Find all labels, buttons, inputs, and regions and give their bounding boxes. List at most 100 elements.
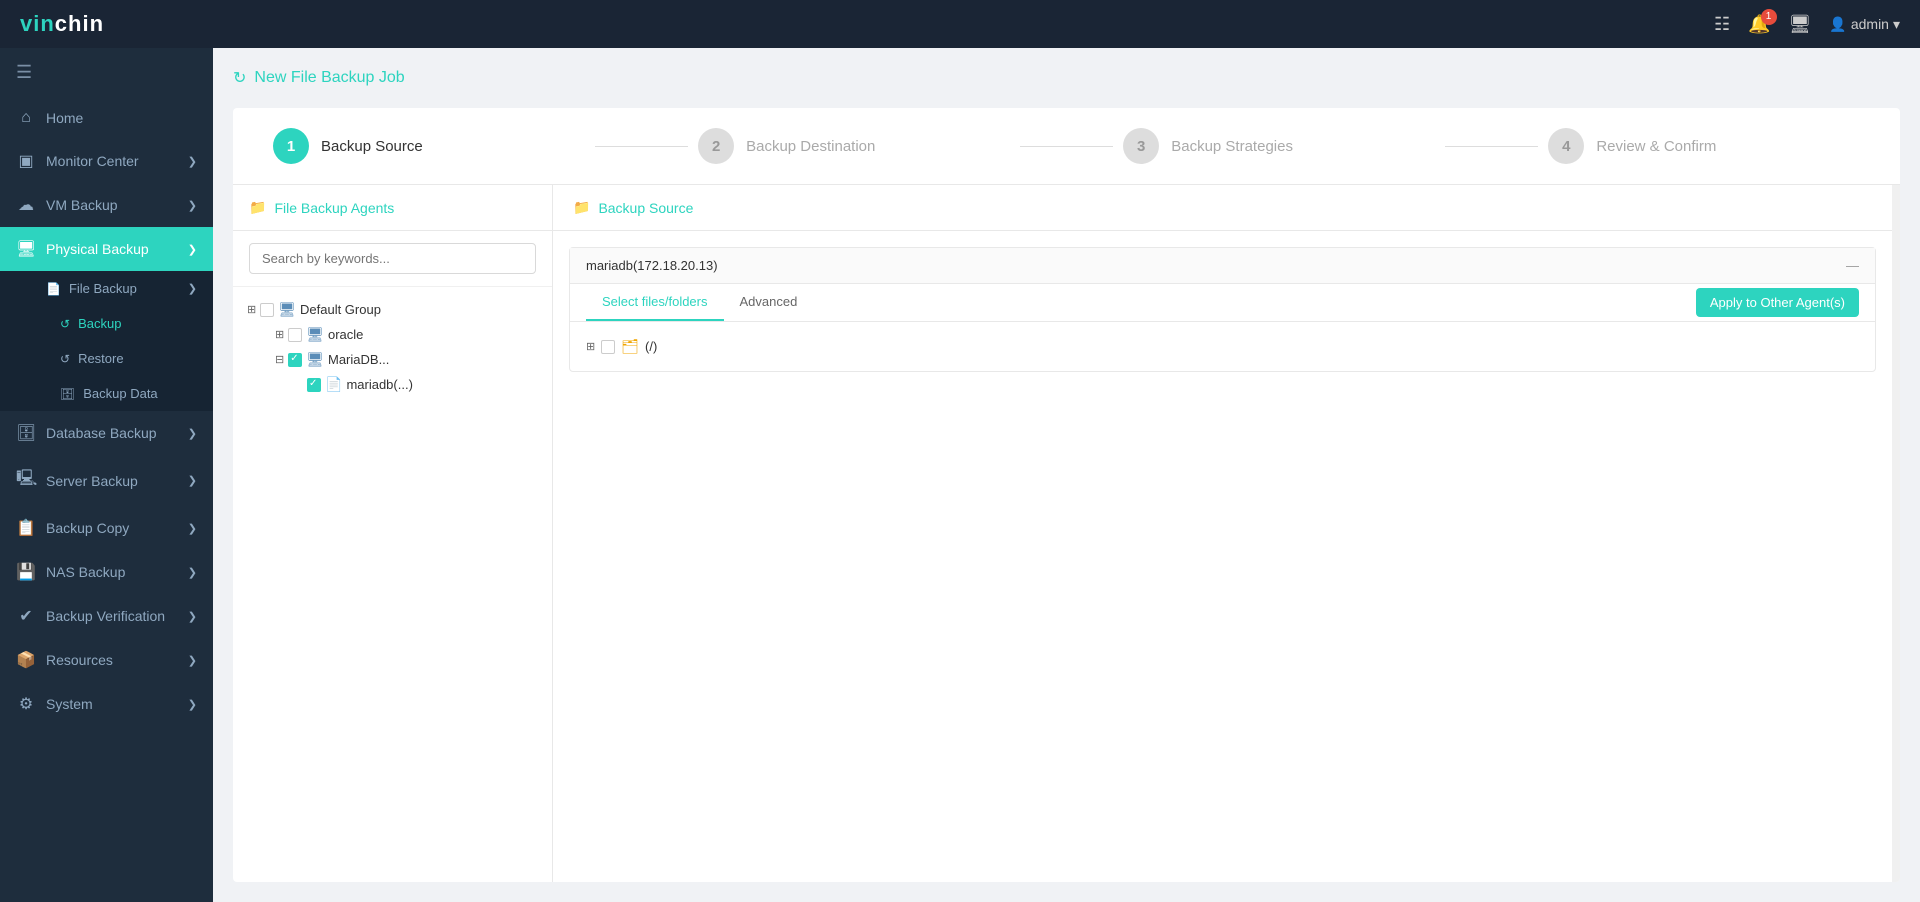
main-layout: ☰ ⌂ Home ▣ Monitor Center ❯ ☁ VM Backup … (0, 48, 1920, 902)
tab-advanced[interactable]: Advanced (724, 284, 814, 321)
submenu-item-backup-data[interactable]: 🗄 Backup Data (0, 376, 213, 411)
submenu-label-file-backup: File Backup (69, 281, 137, 296)
wizard-step-1: 1 Backup Source (273, 128, 585, 164)
sidebar-toggle[interactable]: ☰ (0, 48, 213, 97)
file-tree-area: ⊞ 🗂 (/) (570, 322, 1875, 371)
wizard-step-4: 4 Review & Confirm (1548, 128, 1860, 164)
node-label-oracle: oracle (328, 327, 363, 342)
chevron-icon: ❯ (188, 474, 197, 487)
chevron-icon: ❯ (188, 199, 197, 212)
expand-icon-mariadb[interactable]: ⊟ (275, 353, 284, 366)
chevron-icon: ❯ (188, 610, 197, 623)
step-circle-1: 1 (273, 128, 309, 164)
left-panel: 📁 File Backup Agents ⊞ 🖥 Default Group (233, 185, 553, 882)
step-label-3: Backup Strategies (1171, 138, 1293, 155)
refresh-icon[interactable]: ↻ (233, 68, 246, 88)
expand-root-icon[interactable]: ⊞ (586, 340, 595, 353)
sidebar-label-home: Home (46, 110, 83, 126)
search-box (233, 231, 552, 287)
group-icon: 🖥 (278, 301, 296, 318)
checkbox-oracle[interactable] (288, 328, 302, 342)
tree-node-mariadb-server: ⊟ 🖥 MariaDB... (273, 347, 540, 372)
logo: vinchin (20, 11, 104, 37)
submenu-label-backup: Backup (78, 316, 121, 331)
sidebar-item-backup-verification[interactable]: ✔ Backup Verification ❯ (0, 594, 213, 638)
step-circle-2: 2 (698, 128, 734, 164)
file-tree-node-root: ⊞ 🗂 (/) (586, 334, 1859, 359)
notifications-icon[interactable]: 🔔 1 (1748, 14, 1770, 35)
chevron-icon: ❯ (188, 698, 197, 711)
messages-icon[interactable]: ☷ (1714, 14, 1730, 35)
apply-to-other-agents-button[interactable]: Apply to Other Agent(s) (1696, 288, 1859, 317)
nas-backup-icon: 💾 (16, 562, 36, 582)
sidebar-item-server-backup[interactable]: 🖳 Server Backup ❯ (0, 455, 213, 506)
sidebar-item-monitor-center[interactable]: ▣ Monitor Center ❯ (0, 139, 213, 183)
physical-backup-icon: 🖥 (16, 239, 36, 259)
database-backup-icon: 🗄 (16, 423, 36, 443)
backup-verification-icon: ✔ (16, 606, 36, 626)
admin-icon: 👤 (1829, 16, 1846, 33)
collapse-icon[interactable]: — (1846, 258, 1859, 273)
right-scrollbar[interactable] (1892, 185, 1900, 882)
logo-chin: chin (55, 11, 104, 36)
server-icon: 🖥 (306, 326, 324, 343)
chevron-icon: ❯ (188, 155, 197, 168)
sidebar-item-physical-backup[interactable]: 🖥 Physical Backup ❯ (0, 227, 213, 271)
tree-node-mariadb-db: 📄 mariadb(...) (301, 372, 540, 397)
checkbox-default-group[interactable] (260, 303, 274, 317)
tree-child-oracle: ⊞ 🖥 oracle (273, 322, 540, 347)
backup-icon: ↺ (60, 317, 70, 331)
checkbox-mariadb-db[interactable] (307, 378, 321, 392)
chevron-icon: ❯ (188, 566, 197, 579)
sidebar-item-system[interactable]: ⚙ System ❯ (0, 682, 213, 726)
sidebar-item-backup-copy[interactable]: 📋 Backup Copy ❯ (0, 506, 213, 550)
agent-block: mariadb(172.18.20.13) — Select files/fol… (569, 247, 1876, 372)
main-card: 📁 File Backup Agents ⊞ 🖥 Default Group (233, 185, 1900, 882)
tab-select-files[interactable]: Select files/folders (586, 284, 724, 321)
backup-source-icon: 📁 (573, 199, 590, 216)
sidebar: ☰ ⌂ Home ▣ Monitor Center ❯ ☁ VM Backup … (0, 48, 213, 902)
search-input[interactable] (249, 243, 536, 274)
node-label-mariadb-server: MariaDB... (328, 352, 389, 367)
right-panel: 📁 Backup Source mariadb(172.18.20.13) — … (553, 185, 1892, 882)
backup-copy-icon: 📋 (16, 518, 36, 538)
topnav: vinchin ☷ 🔔 1 🖥 👤 admin ▾ (0, 0, 1920, 48)
sidebar-label-vm-backup: VM Backup (46, 197, 118, 213)
source-section: mariadb(172.18.20.13) — Select files/fol… (553, 231, 1892, 882)
left-panel-header: 📁 File Backup Agents (233, 185, 552, 231)
sidebar-item-nas-backup[interactable]: 💾 NAS Backup ❯ (0, 550, 213, 594)
step-label-4: Review & Confirm (1596, 138, 1716, 155)
step-label-2: Backup Destination (746, 138, 875, 155)
submenu-item-file-backup[interactable]: 📄 File Backup ❯ (0, 271, 213, 306)
sidebar-item-home[interactable]: ⌂ Home (0, 97, 213, 139)
admin-user[interactable]: 👤 admin ▾ (1829, 16, 1900, 33)
sidebar-label-monitor-center: Monitor Center (46, 153, 139, 169)
chevron-icon: ❯ (188, 654, 197, 667)
submenu-item-backup[interactable]: ↺ Backup (0, 306, 213, 341)
sidebar-label-physical-backup: Physical Backup (46, 241, 149, 257)
expand-icon[interactable]: ⊞ (247, 303, 256, 316)
step-label-1: Backup Source (321, 138, 423, 155)
topnav-right: ☷ 🔔 1 🖥 👤 admin ▾ (1714, 14, 1900, 35)
monitor-icon[interactable]: 🖥 (1789, 14, 1812, 35)
submenu-label-backup-data: Backup Data (83, 386, 157, 401)
right-panel-title: Backup Source (598, 200, 693, 216)
db-icon: 📄 (325, 376, 342, 393)
notif-badge: 1 (1761, 9, 1777, 25)
step-divider-3 (1445, 146, 1538, 147)
sidebar-item-database-backup[interactable]: 🗄 Database Backup ❯ (0, 411, 213, 455)
chevron-icon: ❯ (188, 282, 197, 295)
sidebar-item-resources[interactable]: 📦 Resources ❯ (0, 638, 213, 682)
expand-icon[interactable]: ⊞ (275, 328, 284, 341)
checkbox-mariadb-server[interactable] (288, 353, 302, 367)
submenu-item-restore[interactable]: ↺ Restore (0, 341, 213, 376)
step-circle-3: 3 (1123, 128, 1159, 164)
agent-block-header: mariadb(172.18.20.13) — (570, 248, 1875, 284)
checkbox-root[interactable] (601, 340, 615, 354)
sidebar-label-database-backup: Database Backup (46, 425, 157, 441)
wizard-step-2: 2 Backup Destination (698, 128, 1010, 164)
sidebar-item-vm-backup[interactable]: ☁ VM Backup ❯ (0, 183, 213, 227)
wizard-steps: 1 Backup Source 2 Backup Destination 3 B… (233, 108, 1900, 185)
wizard-step-3: 3 Backup Strategies (1123, 128, 1435, 164)
physical-backup-submenu: 📄 File Backup ❯ ↺ Backup ↺ Restore 🗄 Bac… (0, 271, 213, 411)
